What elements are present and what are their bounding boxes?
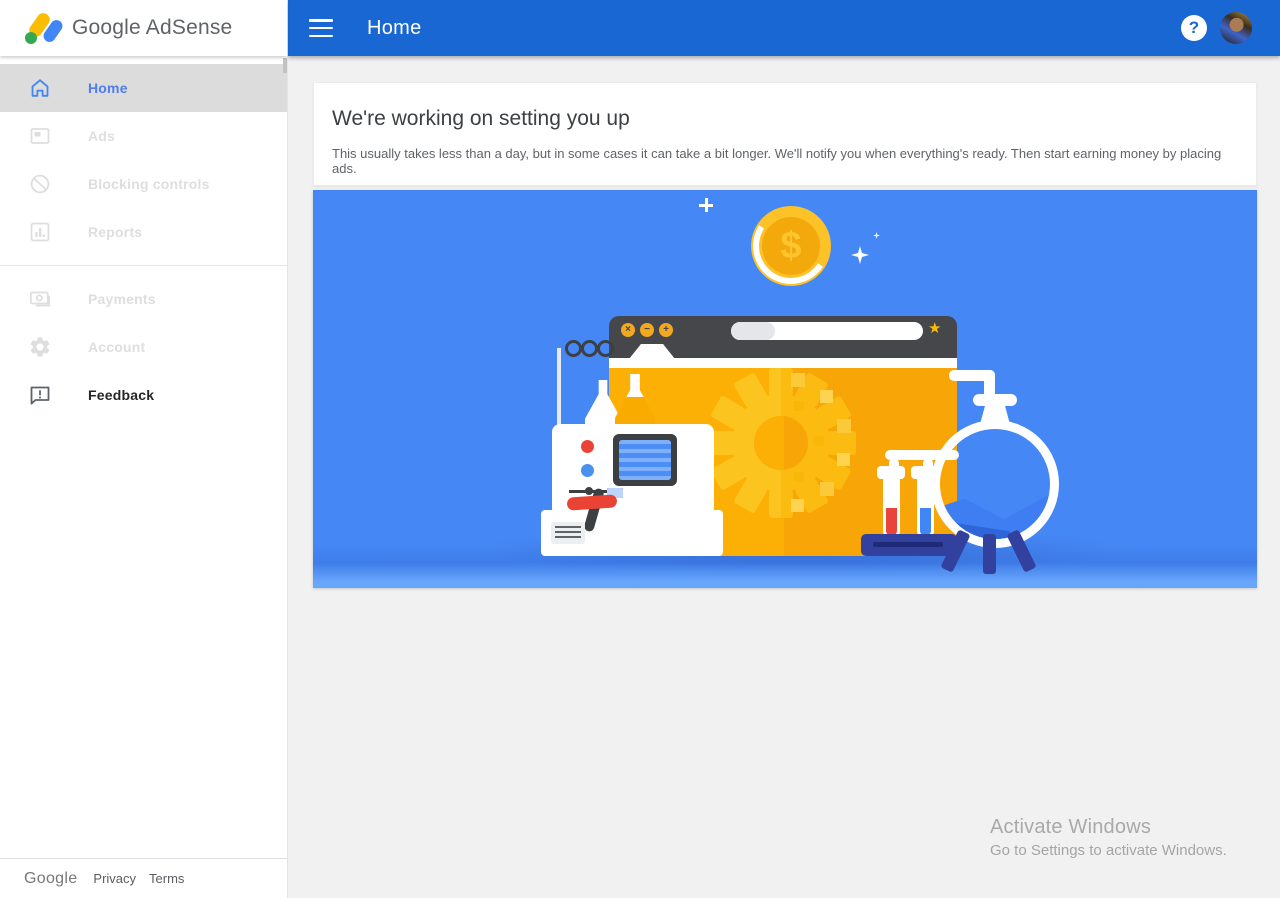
address-bar bbox=[731, 322, 923, 340]
sparkle-icon bbox=[873, 232, 880, 239]
watermark-subtitle: Go to Settings to activate Windows. bbox=[990, 842, 1227, 859]
window-close-icon: × bbox=[621, 323, 635, 337]
payments-icon bbox=[28, 287, 52, 311]
sidebar-footer: Google Privacy Terms bbox=[0, 858, 287, 898]
sidebar-divider bbox=[0, 265, 287, 266]
privacy-link[interactable]: Privacy bbox=[93, 871, 136, 886]
feedback-icon bbox=[28, 383, 52, 407]
reports-icon bbox=[28, 220, 52, 244]
sidebar-item-label: Feedback bbox=[88, 387, 154, 403]
sparkle-icon bbox=[699, 198, 713, 212]
sidebar-nav: Home Ads Blocking controls Reports bbox=[0, 64, 287, 419]
machine-keypad bbox=[607, 488, 715, 532]
test-tube-liquid bbox=[886, 508, 897, 536]
setup-illustration: $ × − + ★ bbox=[313, 190, 1257, 588]
sidebar-item-label: Account bbox=[88, 339, 145, 355]
indicator-light bbox=[581, 440, 594, 453]
sidebar-item-ads: Ads bbox=[0, 112, 287, 160]
test-tube-cap bbox=[877, 466, 905, 479]
gear-illustration bbox=[706, 368, 856, 518]
gear-icon bbox=[28, 335, 52, 359]
adsense-logo-icon bbox=[22, 10, 66, 46]
setup-message-card: We're working on setting you up This usu… bbox=[313, 82, 1257, 186]
sidebar-item-label: Blocking controls bbox=[88, 176, 210, 192]
sidebar-item-account: Account bbox=[0, 323, 287, 371]
test-tube-stand-slot bbox=[873, 542, 943, 547]
sidebar-scrollbar-thumb[interactable] bbox=[283, 58, 287, 73]
main-content: We're working on setting you up This usu… bbox=[288, 56, 1280, 898]
sidebar-item-payments: Payments bbox=[0, 275, 287, 323]
card-body: This usually takes less than a day, but … bbox=[332, 146, 1238, 176]
window-maximize-icon: + bbox=[659, 323, 673, 337]
test-tube-cap bbox=[911, 466, 939, 479]
adsense-logo: Google AdSense bbox=[0, 0, 287, 56]
sidebar-item-feedback[interactable]: Feedback bbox=[0, 371, 287, 419]
sidebar-item-label: Home bbox=[88, 80, 128, 96]
sidebar-item-label: Payments bbox=[88, 291, 156, 307]
test-tube-liquid bbox=[920, 508, 931, 536]
lab-apparatus bbox=[853, 358, 1058, 556]
sidebar-item-label: Ads bbox=[88, 128, 115, 144]
help-icon[interactable]: ? bbox=[1181, 15, 1207, 41]
topbar: Home ? bbox=[288, 0, 1280, 56]
flask-icon bbox=[615, 374, 655, 424]
ad-icon bbox=[28, 124, 52, 148]
lab-machine bbox=[541, 338, 723, 556]
window-minimize-icon: − bbox=[640, 323, 654, 337]
activate-windows-watermark: Activate Windows Go to Settings to activ… bbox=[990, 816, 1227, 859]
card-title: We're working on setting you up bbox=[332, 107, 1238, 131]
antenna bbox=[557, 348, 561, 428]
page-title: Home bbox=[367, 17, 422, 40]
machine-vents bbox=[551, 522, 585, 544]
home-icon bbox=[28, 76, 52, 100]
sidebar: Google AdSense Home Ads Blocking control… bbox=[0, 0, 288, 898]
terms-link[interactable]: Terms bbox=[149, 871, 184, 886]
bookmark-star-icon: ★ bbox=[928, 319, 941, 337]
coil-wire bbox=[565, 340, 582, 357]
indicator-light bbox=[581, 464, 594, 477]
dollar-coin-icon: $ bbox=[751, 206, 831, 286]
block-icon bbox=[28, 172, 52, 196]
sidebar-item-home[interactable]: Home bbox=[0, 64, 287, 112]
google-wordmark: Google bbox=[24, 870, 77, 888]
tripod-leg bbox=[983, 534, 996, 574]
avatar[interactable] bbox=[1220, 12, 1252, 44]
round-flask-icon bbox=[931, 420, 1059, 548]
sidebar-item-label: Reports bbox=[88, 224, 142, 240]
coil-wire bbox=[581, 340, 598, 357]
machine-screen bbox=[613, 434, 677, 486]
sidebar-item-blocking-controls: Blocking controls bbox=[0, 160, 287, 208]
dollar-symbol: $ bbox=[780, 225, 801, 268]
sparkle-icon bbox=[851, 246, 869, 264]
watermark-title: Activate Windows bbox=[990, 816, 1227, 839]
coil-wire bbox=[597, 340, 614, 357]
sidebar-item-reports: Reports bbox=[0, 208, 287, 256]
menu-icon[interactable] bbox=[309, 19, 333, 37]
brand-name: Google AdSense bbox=[72, 16, 232, 40]
